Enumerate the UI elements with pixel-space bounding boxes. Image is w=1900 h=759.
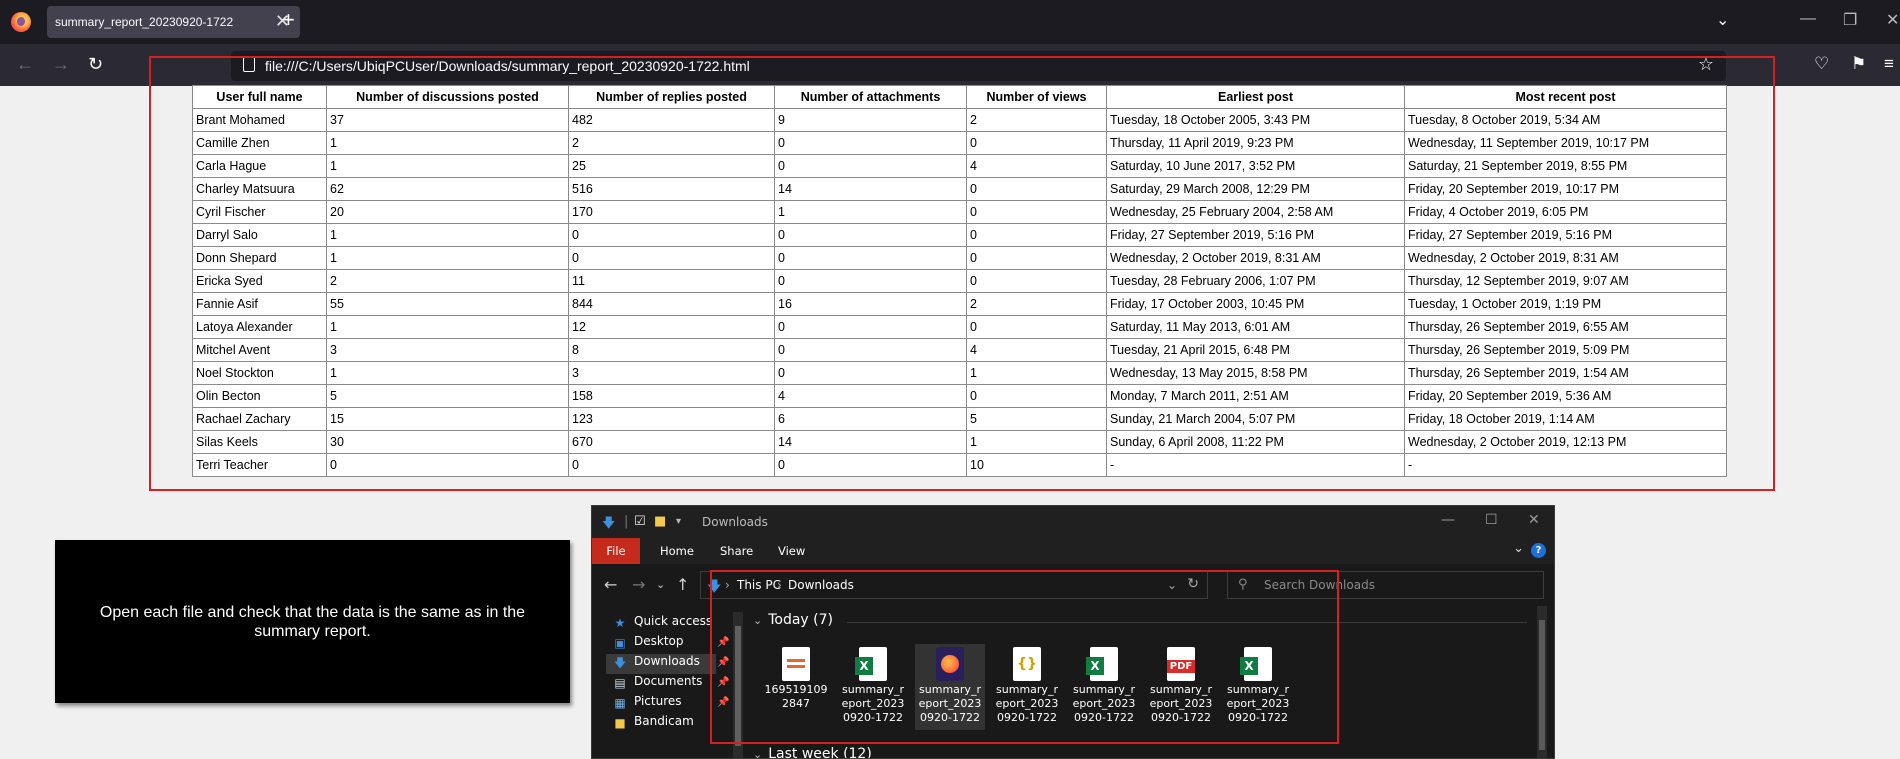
nav-item-desktop[interactable]: ▣ Desktop <box>612 634 684 654</box>
nav-item-pictures[interactable]: ▦ Pictures <box>612 694 682 714</box>
close-window-icon[interactable]: ✕ <box>1886 10 1899 30</box>
separator-icon: | <box>624 514 629 529</box>
properties-icon[interactable]: ☑ <box>634 514 646 529</box>
extensions-icon[interactable]: ⚑ <box>1851 54 1866 74</box>
recent-locations-chevron-icon[interactable]: ⌄ <box>656 578 665 591</box>
pictures-icon: ▦ <box>614 696 626 710</box>
help-icon[interactable]: ? <box>1531 543 1546 558</box>
collapse-chevron-icon[interactable]: ⌄ <box>753 748 762 758</box>
minimize-icon[interactable]: — <box>1441 512 1455 528</box>
forward-arrow-icon[interactable]: → <box>52 54 70 75</box>
maximize-icon[interactable]: ☐ <box>1485 512 1498 528</box>
back-arrow-icon[interactable]: ← <box>16 54 34 75</box>
content-scrollbar[interactable] <box>1537 606 1547 758</box>
new-folder-icon[interactable]: ■ <box>654 514 666 529</box>
nav-label: Downloads <box>634 654 700 668</box>
nav-item-bandicam[interactable]: ■ Bandicam <box>612 714 694 734</box>
up-arrow-icon[interactable]: ↑ <box>676 575 689 594</box>
explorer-highlight-box <box>710 570 1339 744</box>
nav-label: Documents <box>634 674 703 688</box>
tab-view[interactable]: View <box>778 538 805 564</box>
close-icon[interactable]: ✕ <box>1528 512 1540 528</box>
report-highlight-box <box>149 56 1775 491</box>
back-arrow-icon[interactable]: ← <box>604 575 617 594</box>
nav-item-downloads[interactable]: 🡇 Downloads <box>606 654 716 674</box>
tab-share[interactable]: Share <box>720 538 753 564</box>
forward-arrow-icon[interactable]: → <box>632 575 645 594</box>
browser-tab[interactable]: summary_report_20230920-1722 ✕ <box>47 6 300 38</box>
explorer-title-bar: 🡇 | ☑ ■ ▾ Downloads — ☐ ✕ <box>592 506 1554 538</box>
star-icon: ★ <box>614 616 626 630</box>
download-arrow-icon[interactable]: 🡇 <box>602 514 615 536</box>
list-all-tabs-chevron-icon[interactable]: ⌄ <box>1716 10 1729 30</box>
explorer-ribbon: File Home Share View ⌄ ? <box>592 538 1554 564</box>
nav-item-documents[interactable]: ▤ Documents <box>612 674 702 694</box>
menu-icon[interactable]: ≡ <box>1884 54 1894 74</box>
nav-label: Pictures <box>634 694 682 708</box>
reload-icon[interactable]: ↻ <box>88 54 103 75</box>
desktop-icon: ▣ <box>614 636 626 650</box>
nav-label: Bandicam <box>634 714 694 728</box>
pocket-icon[interactable]: ♡ <box>1814 54 1829 74</box>
expand-ribbon-chevron-icon[interactable]: ⌄ <box>1513 541 1524 556</box>
downloads-icon: 🡇 <box>613 656 627 670</box>
explorer-title: Downloads <box>702 515 768 529</box>
group-label: Last week (12) <box>768 746 872 759</box>
tab-home[interactable]: Home <box>660 538 694 564</box>
restore-icon[interactable]: ❐ <box>1843 10 1857 30</box>
folder-icon: ■ <box>614 716 626 730</box>
instruction-text: Open each file and check that the data i… <box>99 603 526 640</box>
firefox-logo-icon <box>11 12 31 32</box>
browser-tab-bar: summary_report_20230920-1722 ✕ + ⌄ — ❐ ✕ <box>0 0 1900 44</box>
group-header-last-week[interactable]: ⌄ Last week (12) <box>753 746 872 759</box>
minimize-icon[interactable]: — <box>1800 10 1816 28</box>
tab-title: summary_report_20230920-1722 <box>55 15 234 29</box>
new-tab-button[interactable]: + <box>282 9 295 31</box>
documents-icon: ▤ <box>614 676 626 690</box>
nav-label: Desktop <box>634 634 684 648</box>
tab-file[interactable]: File <box>592 538 640 564</box>
nav-label: Quick access <box>634 614 713 628</box>
instruction-box: Open each file and check that the data i… <box>55 540 570 703</box>
nav-item-quick-access[interactable]: ★ Quick access <box>612 614 713 634</box>
customize-toolbar-icon[interactable]: ▾ <box>676 516 681 527</box>
